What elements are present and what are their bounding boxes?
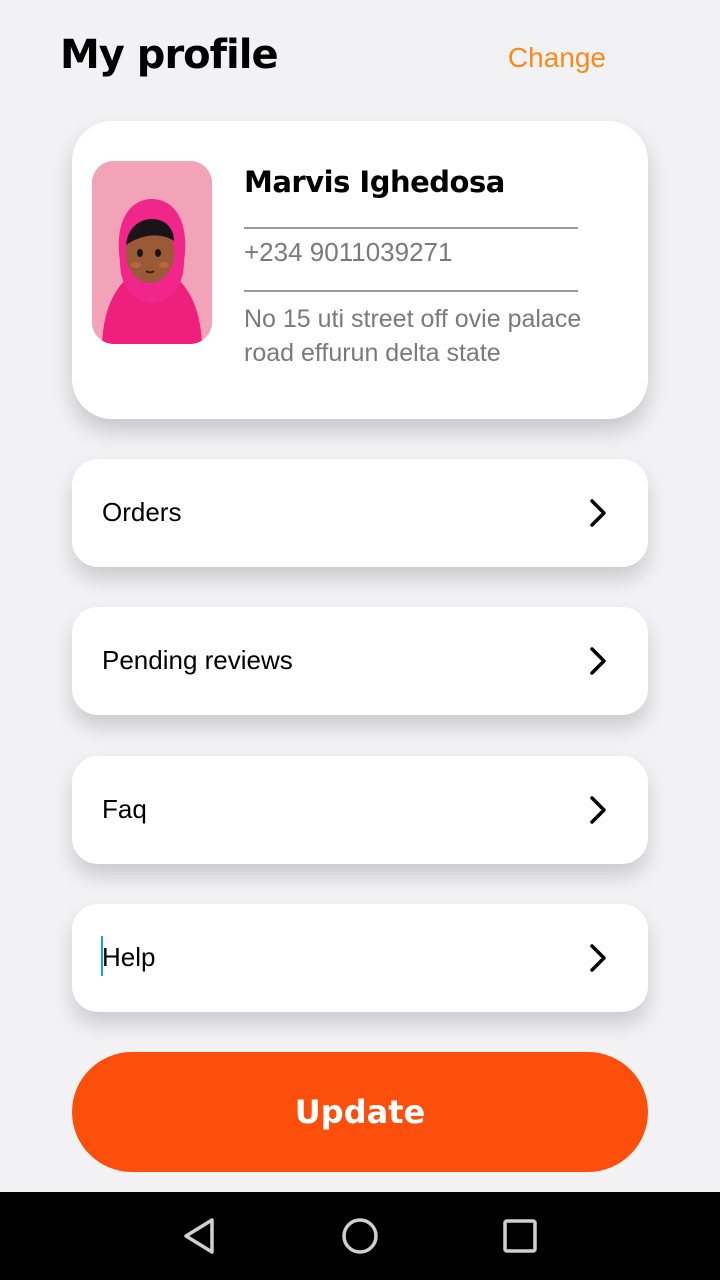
menu-item-label: Help: [102, 942, 156, 972]
system-nav-bar: [0, 1192, 720, 1280]
menu-item-label: Pending reviews: [102, 645, 293, 675]
chevron-right-icon: [590, 647, 606, 675]
header: My profile Change: [0, 0, 720, 120]
menu-item-label: Orders: [102, 497, 182, 527]
home-circle-icon[interactable]: [336, 1212, 384, 1260]
change-link[interactable]: Change: [508, 42, 606, 74]
chevron-right-icon: [590, 944, 606, 972]
chevron-right-icon: [590, 499, 606, 527]
page-title: My profile: [60, 32, 279, 78]
profile-phone: +234 9011039271: [244, 237, 453, 267]
avatar[interactable]: [92, 161, 212, 344]
avatar-illustration: [92, 161, 212, 344]
chevron-right-icon: [590, 796, 606, 824]
menu-item-pending-reviews[interactable]: Pending reviews: [72, 607, 648, 715]
profile-name: Marvis Ighedosa: [244, 165, 505, 199]
menu-item-help[interactable]: Help: [72, 904, 648, 1012]
recents-square-icon[interactable]: [496, 1212, 544, 1260]
menu-item-orders[interactable]: Orders: [72, 459, 648, 567]
profile-address: No 15 uti street off ovie palace road ef…: [244, 305, 582, 367]
menu-item-label: Faq: [102, 794, 147, 824]
update-button[interactable]: Update: [72, 1052, 648, 1172]
profile-info: Marvis Ighedosa +234 9011039271 No 15 ut…: [244, 165, 584, 370]
back-triangle-icon[interactable]: [176, 1212, 224, 1260]
profile-card: Marvis Ighedosa +234 9011039271 No 15 ut…: [72, 121, 648, 419]
menu-item-faq[interactable]: Faq: [72, 756, 648, 864]
